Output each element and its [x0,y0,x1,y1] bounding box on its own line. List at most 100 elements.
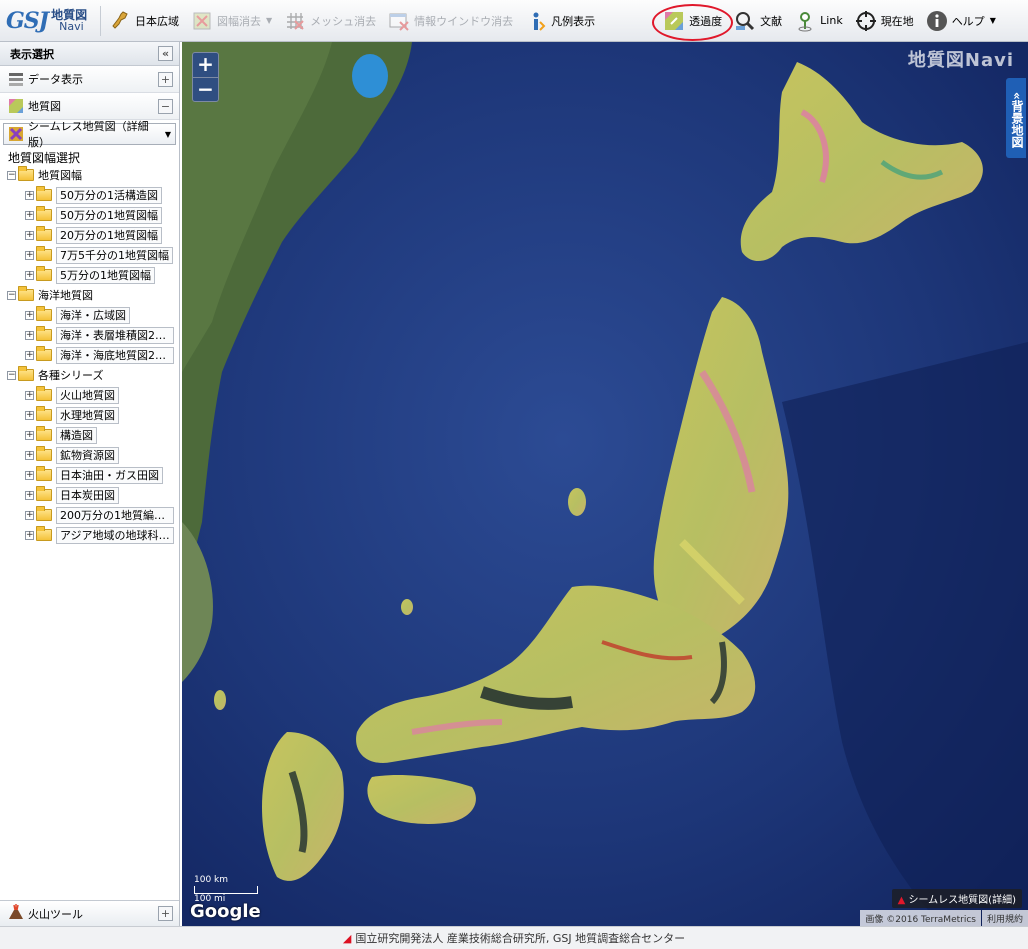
expand-toggle-icon[interactable]: + [25,470,34,480]
expand-toggle-icon[interactable]: + [25,430,34,440]
crosshair-icon [855,10,877,32]
sheet-clear-button[interactable]: 図幅消去 ▼ [185,3,278,39]
sheet-clear-icon [191,10,213,32]
expand-toggle-icon[interactable]: + [25,250,34,260]
folder-icon [36,446,52,461]
tree-group[interactable]: − 海洋地質図 [7,285,179,305]
tree-item[interactable]: + 海洋・海底地質図20万 [7,345,179,365]
map-watermark: 地質図Navi [907,50,1014,71]
expand-toggle-icon[interactable]: + [25,390,34,400]
zoom-out-button[interactable]: − [193,77,218,101]
tree-item[interactable]: + 火山地質図 [7,385,179,405]
tree-item[interactable]: + 鉱物資源図 [7,445,179,465]
tree-item[interactable]: +200万分の1地質編集図 [7,505,179,525]
legend-button[interactable]: 凡例表示 [519,3,601,39]
chevron-down-icon: ▼ [164,129,171,139]
data-display-label: データ表示 [28,73,83,86]
link-pin-icon [794,10,816,32]
folder-icon [36,386,52,401]
expand-volcano-tool-button[interactable]: + [158,906,173,921]
tree-item[interactable]: + 海洋・表層堆積図20万 [7,325,179,345]
tree-item[interactable]: +20万分の1地質図幅 [7,225,179,245]
folder-icon [36,186,52,201]
scale-km-label: 100 km [194,875,229,885]
tree-item-label: 50万分の1地質図幅 [56,206,162,224]
collapse-toggle-icon[interactable]: − [7,370,16,380]
tree-group[interactable]: − 地質図幅 [7,165,179,185]
aist-logo-icon: ◢ [342,931,352,945]
link-button[interactable]: Link [788,3,849,39]
expand-toggle-icon[interactable]: + [25,310,34,320]
literature-button[interactable]: 文献 [728,3,788,39]
expand-toggle-icon[interactable]: + [25,330,34,340]
expand-toggle-icon[interactable]: + [25,530,34,540]
volcano-tool-label: 火山ツール [28,907,83,921]
geology-section[interactable]: 地質図 − [0,93,179,120]
chevron-down-icon: ▼ [989,16,996,25]
expand-toggle-icon[interactable]: + [25,270,34,280]
tree-item[interactable]: + 海洋・広域図 [7,305,179,325]
tree-item-label: 200万分の1地質編集図 [56,506,174,524]
japan-wide-button[interactable]: 日本広域 [103,3,185,39]
tree-item[interactable]: + 日本油田・ガス田図 [7,465,179,485]
tree-item-label: 鉱物資源図 [56,446,119,464]
double-chevron-left-icon: « [1010,92,1024,100]
japan-map-icon [109,10,131,32]
expand-toggle-icon[interactable]: + [25,230,34,240]
sheet-clear-label: 図幅消去 [217,14,261,28]
tree-item[interactable]: + 水理地質図 [7,405,179,425]
transparency-icon [663,10,685,32]
mesh-clear-button[interactable]: メッシュ消去 [278,3,382,39]
expand-toggle-icon[interactable]: + [25,350,34,360]
tree-item[interactable]: +7万5千分の1地質図幅 [7,245,179,265]
gsj-logo-mark: GSJ [6,7,49,34]
expand-toggle-icon[interactable]: + [25,490,34,500]
folder-open-icon [18,166,34,181]
magnifier-book-icon [734,10,756,32]
legend-icon [525,10,547,32]
transparency-button[interactable]: 透過度 [657,3,728,39]
tree-item-label: 5万分の1地質図幅 [56,266,155,284]
expand-toggle-icon[interactable]: + [25,510,34,520]
current-location-button[interactable]: 現在地 [849,3,920,39]
expand-toggle-icon[interactable]: + [25,210,34,220]
data-display-section[interactable]: データ表示 + [0,66,179,93]
collapse-toggle-icon[interactable]: − [7,170,16,180]
background-map-tab[interactable]: «背景地図 [1006,78,1026,158]
tree-item[interactable]: +5万分の1地質図幅 [7,265,179,285]
scale-bar: 100 km 100 mi [194,875,258,904]
expand-toggle-icon[interactable]: + [25,410,34,420]
tree-item[interactable]: + 構造図 [7,425,179,445]
collapse-geology-button[interactable]: − [158,98,173,114]
tree-group-label: 各種シリーズ [38,369,104,382]
tree-item[interactable]: +50万分の1活構造図 [7,185,179,205]
folder-icon [36,506,52,521]
tree-item[interactable]: +50万分の1地質図幅 [7,205,179,225]
literature-label: 文献 [760,14,783,28]
info-window-clear-button[interactable]: 情報ウインドウ消去 [382,3,519,39]
terms-link[interactable]: 利用規約 [981,910,1028,926]
volcano-tool-section[interactable]: 火山ツール + [0,900,179,926]
transparency-label: 透過度 [689,14,723,28]
expand-data-display-button[interactable]: + [158,71,173,87]
app-logo[interactable]: GSJ 地質図 Navi [0,0,98,42]
map-view[interactable]: + − 地質図Navi «背景地図 100 km 100 mi Google ▲… [182,42,1028,926]
satellite-geology-map[interactable] [182,42,1028,926]
expand-toggle-icon[interactable]: + [25,190,34,200]
help-button[interactable]: ヘルプ ▼ [920,3,1002,39]
expand-toggle-icon[interactable]: + [25,450,34,460]
tree-item-label: 火山地質図 [56,386,119,404]
collapse-sidebar-button[interactable]: « [158,46,173,61]
footer: ◢ 国立研究開発法人 産業技術総合研究所, GSJ 地質調査総合センター [0,926,1028,949]
layer-badge[interactable]: ▲ シームレス地質図(詳細) [891,889,1022,908]
tree-group-label: 地質図幅 [38,169,82,182]
collapse-toggle-icon[interactable]: − [7,290,16,300]
tree-item-label: 日本炭田図 [56,486,119,504]
tree-item[interactable]: + 日本炭田図 [7,485,179,505]
map-type-select[interactable]: シームレス地質図（詳細版） ▼ [3,120,176,149]
tree-item[interactable]: + アジア地域の地球科学図 [7,525,179,545]
folder-open-icon [18,366,34,381]
tree-group[interactable]: − 各種シリーズ [7,365,179,385]
zoom-in-button[interactable]: + [193,53,218,77]
imagery-credit: 画像 ©2016 TerraMetrics [860,910,981,926]
